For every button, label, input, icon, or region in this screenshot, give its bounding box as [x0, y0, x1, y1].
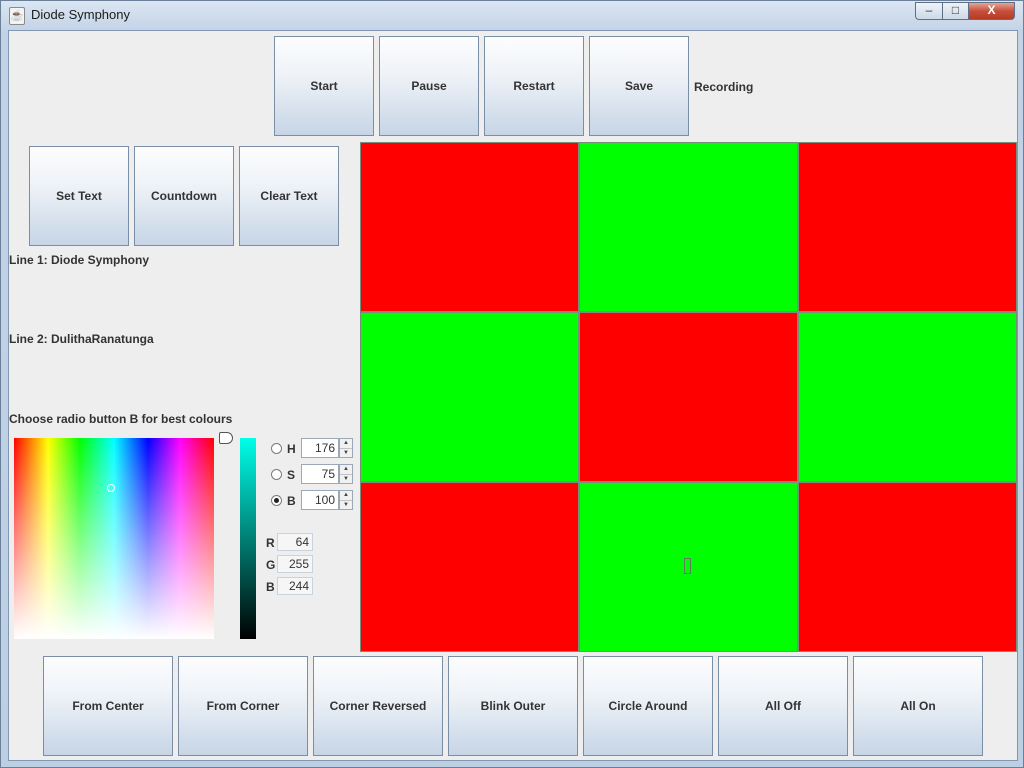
b-spinner-arrows[interactable]: ▲ ▼	[339, 490, 353, 510]
save-button[interactable]: Save	[589, 36, 689, 136]
r-label: R	[266, 536, 275, 550]
blue-label: B	[266, 580, 275, 594]
led-cell[interactable]	[361, 483, 578, 651]
from-center-button[interactable]: From Center	[43, 656, 173, 756]
spin-down-icon[interactable]: ▼	[340, 448, 352, 458]
s-radio[interactable]	[271, 469, 282, 480]
spin-down-icon[interactable]: ▼	[340, 474, 352, 484]
s-spinner-field[interactable]	[301, 464, 339, 484]
h-label: H	[287, 442, 296, 456]
h-radio[interactable]	[271, 443, 282, 454]
colour-picker-marker[interactable]	[107, 484, 115, 492]
led-cell[interactable]	[580, 483, 797, 651]
spin-down-icon[interactable]: ▼	[340, 500, 352, 510]
corner-reversed-button[interactable]: Corner Reversed	[313, 656, 443, 756]
colour-hint-label: Choose radio button B for best colours	[9, 412, 233, 426]
brightness-slider-thumb-icon[interactable]	[219, 432, 233, 444]
restart-button[interactable]: Restart	[484, 36, 584, 136]
line1-label: Line 1: Diode Symphony	[9, 253, 150, 267]
start-button[interactable]: Start	[274, 36, 374, 136]
recording-status-label: Recording	[694, 80, 754, 94]
maximize-button[interactable]: □	[942, 2, 969, 20]
from-corner-button[interactable]: From Corner	[178, 656, 308, 756]
led-grid	[360, 142, 1017, 652]
set-text-button[interactable]: Set Text	[29, 146, 129, 246]
led-cell[interactable]	[361, 313, 578, 481]
led-cell[interactable]	[361, 143, 578, 311]
countdown-button[interactable]: Countdown	[134, 146, 234, 246]
led-cell[interactable]	[799, 483, 1016, 651]
spin-up-icon[interactable]: ▲	[340, 491, 352, 500]
title-bar[interactable]: ☕ Diode Symphony – □ X	[1, 1, 1023, 29]
all-off-button[interactable]: All Off	[718, 656, 848, 756]
window-title: Diode Symphony	[31, 7, 130, 22]
led-cell[interactable]	[580, 143, 797, 311]
g-value-field: 255	[277, 555, 313, 573]
content-pane: Start Pause Restart Save Recording Set T…	[8, 30, 1018, 761]
circle-around-button[interactable]: Circle Around	[583, 656, 713, 756]
all-on-button[interactable]: All On	[853, 656, 983, 756]
s-label: S	[287, 468, 296, 482]
pause-button[interactable]: Pause	[379, 36, 479, 136]
clear-text-button[interactable]: Clear Text	[239, 146, 339, 246]
b-radio[interactable]	[271, 495, 282, 506]
s-spinner-arrows[interactable]: ▲ ▼	[339, 464, 353, 484]
close-button[interactable]: X	[968, 2, 1015, 20]
led-cell[interactable]	[799, 143, 1016, 311]
spin-up-icon[interactable]: ▲	[340, 465, 352, 474]
hue-saturation-pane[interactable]	[14, 438, 214, 639]
blink-outer-button[interactable]: Blink Outer	[448, 656, 578, 756]
h-spinner-arrows[interactable]: ▲ ▼	[339, 438, 353, 458]
led-cell[interactable]	[799, 313, 1016, 481]
r-value-field: 64	[277, 533, 313, 551]
b-label: B	[287, 494, 296, 508]
java-cup-icon: ☕	[9, 7, 25, 25]
g-label: G	[266, 558, 276, 572]
app-window: ☕ Diode Symphony – □ X Start Pause Resta…	[0, 0, 1024, 768]
brightness-slider[interactable]	[240, 438, 256, 639]
text-cursor-icon	[684, 558, 691, 574]
b-spinner-field[interactable]	[301, 490, 339, 510]
minimize-button[interactable]: –	[915, 2, 943, 20]
led-cell[interactable]	[580, 313, 797, 481]
line2-label: Line 2: DulithaRanatunga	[9, 332, 154, 346]
h-spinner-field[interactable]	[301, 438, 339, 458]
blue-value-field: 244	[277, 577, 313, 595]
spin-up-icon[interactable]: ▲	[340, 439, 352, 448]
